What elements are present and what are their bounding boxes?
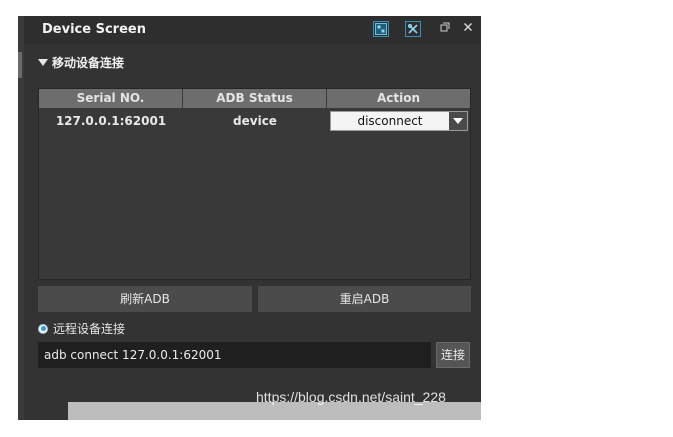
remote-connection-option[interactable]: 远程设备连接 <box>38 320 125 337</box>
screenshot-stage: Device Screen 移动设备连接 Serial NO. ADB Stat… <box>0 0 673 437</box>
adb-command-input[interactable] <box>38 342 431 368</box>
mobile-connection-title: 移动设备连接 <box>52 56 125 70</box>
remote-connection-label: 远程设备连接 <box>53 322 126 336</box>
tools-icon[interactable] <box>405 21 421 37</box>
left-dock-handle[interactable] <box>18 52 22 78</box>
connect-button[interactable]: 连接 <box>436 342 470 368</box>
device-table: Serial NO. ADB Status Action 127.0.0.1:6… <box>38 88 471 280</box>
chevron-down-icon[interactable] <box>449 112 467 130</box>
column-adb-status-header[interactable]: ADB Status <box>183 89 327 108</box>
panel-title: Device Screen <box>42 22 146 37</box>
column-action-header[interactable]: Action <box>327 89 470 108</box>
close-icon[interactable] <box>463 22 473 36</box>
screenshot-icon[interactable] <box>373 21 389 37</box>
refresh-adb-button[interactable]: 刷新ADB <box>38 286 252 312</box>
device-serial: 127.0.0.1:62001 <box>55 114 167 128</box>
watermark-text: https://blog.csdn.net/saint_228 <box>256 389 446 405</box>
collapse-triangle-icon <box>38 59 48 66</box>
device-adb-status: device <box>233 114 277 128</box>
mobile-connection-section[interactable]: 移动设备连接 <box>38 54 124 71</box>
restore-icon[interactable] <box>440 22 450 36</box>
remote-connection-radio[interactable] <box>38 323 48 334</box>
panel-titlebar: Device Screen <box>24 16 481 44</box>
action-select[interactable]: disconnect <box>330 111 468 131</box>
action-select-value: disconnect <box>357 114 423 128</box>
device-screen-panel: Device Screen 移动设备连接 Serial NO. ADB Stat… <box>24 16 481 420</box>
restart-adb-button[interactable]: 重启ADB <box>258 286 471 312</box>
column-serial-header[interactable]: Serial NO. <box>39 89 183 108</box>
table-row[interactable]: 127.0.0.1:62001 device disconnect <box>39 110 470 132</box>
table-header: Serial NO. ADB Status Action <box>39 89 470 108</box>
